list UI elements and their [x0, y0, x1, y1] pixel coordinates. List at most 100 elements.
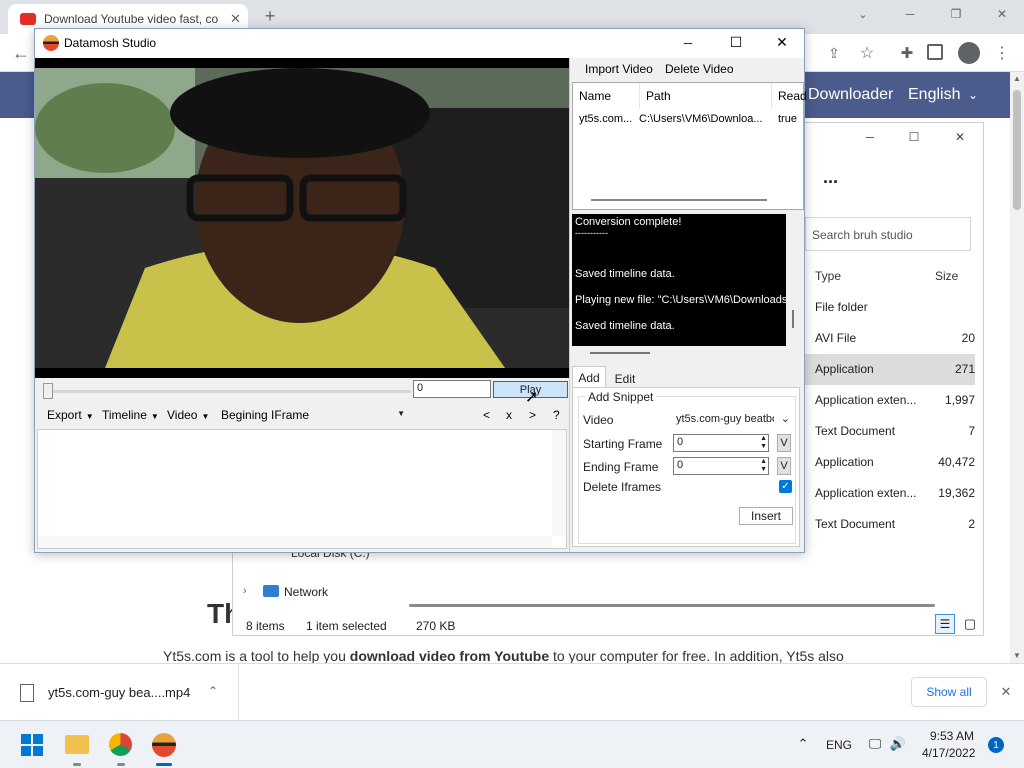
explorer-maximize-icon[interactable]: ☐: [905, 129, 923, 145]
file-size: 19,362: [938, 486, 975, 500]
video-menu-label: Video: [167, 408, 198, 422]
tab-search-chevron-icon[interactable]: ⌄: [855, 6, 871, 22]
table-hscroll-thumb[interactable]: [591, 199, 767, 201]
restore-icon[interactable]: ❐: [946, 6, 966, 22]
scroll-down-arrow-icon[interactable]: ▼: [1012, 649, 1022, 661]
timeline-hscroll[interactable]: [38, 536, 552, 548]
tab-add[interactable]: Add: [572, 366, 606, 388]
title-bar[interactable]: Datamosh Studio ─ ☐ ✕: [35, 29, 804, 58]
file-row-selected[interactable]: Application 271: [805, 354, 975, 385]
slider-thumb[interactable]: [43, 383, 53, 399]
column-header-size[interactable]: Size: [935, 269, 958, 283]
explorer-search-box[interactable]: Search bruh studio: [805, 217, 971, 251]
video-menu[interactable]: Video ▼: [167, 405, 209, 425]
spin-arrows-icon[interactable]: ▲ ▼: [760, 458, 767, 474]
ending-frame-stepper[interactable]: 0 ▲ ▼: [673, 457, 769, 475]
back-arrow-icon[interactable]: ←: [10, 42, 32, 64]
nav-prev-button[interactable]: <: [483, 405, 490, 425]
new-tab-button[interactable]: +: [260, 6, 280, 26]
file-row[interactable]: Text Document 2: [805, 509, 975, 540]
timeline-panel[interactable]: [37, 429, 567, 549]
row-read: true: [778, 113, 797, 125]
timeline-menu-label: Timeline: [102, 408, 147, 422]
clock-time[interactable]: 9:53 AM: [930, 729, 974, 743]
notification-badge[interactable]: 1: [988, 737, 1004, 753]
video-list-table[interactable]: Name Path Read yt5s.com... C:\Users\VM6\…: [572, 82, 807, 210]
timeline-menu[interactable]: Timeline ▼: [102, 405, 159, 425]
video-select[interactable]: yt5s.com-guy beatbo ⌄: [673, 410, 793, 430]
file-row[interactable]: AVI File 20: [805, 323, 975, 354]
download-item-name[interactable]: yt5s.com-guy bea....mp4: [48, 685, 190, 700]
browser-tab-title: Download Youtube video fast, co: [44, 12, 219, 26]
timeline-slider[interactable]: [43, 383, 411, 399]
console-vscroll[interactable]: [786, 214, 800, 346]
page-scrollbar-thumb[interactable]: [1013, 90, 1021, 210]
column-header-type[interactable]: Type: [815, 269, 841, 283]
starting-frame-v-button[interactable]: V: [777, 434, 791, 452]
timeline-vscroll[interactable]: [552, 430, 566, 536]
network-tray-icon[interactable]: 🖵: [866, 735, 884, 753]
profile-avatar-icon[interactable]: [958, 42, 980, 64]
nav-downloader-link[interactable]: Downloader: [808, 86, 893, 104]
file-explorer-taskbar-icon[interactable]: [65, 735, 89, 754]
nav-x-button[interactable]: x: [506, 405, 512, 425]
starting-frame-stepper[interactable]: 0 ▲ ▼: [673, 434, 769, 452]
ending-frame-v-button[interactable]: V: [777, 457, 791, 475]
import-video-button[interactable]: Import Video: [585, 62, 653, 76]
chevron-up-icon[interactable]: ⌃: [205, 683, 221, 699]
tray-chevron-up-icon[interactable]: ⌃: [795, 735, 811, 753]
close-tab-icon[interactable]: ✕: [230, 11, 241, 27]
tree-item-network[interactable]: Network: [284, 585, 328, 599]
explorer-hscrollbar[interactable]: [409, 604, 935, 607]
export-menu[interactable]: Export ▼: [47, 405, 94, 425]
bookmark-star-icon[interactable]: ☆: [856, 42, 878, 64]
close-shelf-icon[interactable]: ✕: [998, 684, 1014, 700]
file-row[interactable]: Text Document 7: [805, 416, 975, 447]
expand-chevron-icon[interactable]: ›: [243, 585, 247, 597]
nav-help-button[interactable]: ?: [553, 405, 560, 425]
page-scrollbar[interactable]: ▲ ▼: [1010, 72, 1024, 663]
nav-next-button[interactable]: >: [529, 405, 536, 425]
large-icons-view-icon[interactable]: ▢: [961, 614, 979, 634]
explorer-more-button[interactable]: ...: [823, 167, 838, 188]
v-button-label: V: [780, 437, 788, 449]
volume-icon[interactable]: 🔊: [889, 735, 907, 753]
start-windows-icon[interactable]: [21, 734, 43, 756]
insert-button[interactable]: Insert: [739, 507, 793, 525]
console-vscroll-thumb[interactable]: [792, 310, 794, 328]
log-line: Saved timeline data.: [575, 268, 675, 280]
nav-language-selector[interactable]: English ⌄: [908, 86, 978, 104]
datamosh-taskbar-icon[interactable]: [152, 733, 176, 757]
table-row[interactable]: yt5s.com... C:\Users\VM6\Downloa... true: [573, 83, 803, 131]
share-icon[interactable]: ⇪: [823, 42, 845, 64]
extensions-puzzle-icon[interactable]: ✚: [896, 42, 918, 64]
show-all-button[interactable]: Show all: [911, 677, 987, 707]
side-panel-icon[interactable]: [927, 44, 943, 60]
console-hscroll[interactable]: [572, 346, 800, 360]
dropdown-caret-icon: ▼: [201, 412, 210, 421]
dm-close-icon[interactable]: ✕: [773, 33, 791, 51]
file-row[interactable]: File folder: [805, 292, 975, 323]
clock-date[interactable]: 4/17/2022: [922, 746, 975, 760]
delete-iframes-checkbox[interactable]: ✓: [779, 480, 792, 493]
explorer-close-icon[interactable]: ✕: [951, 129, 969, 145]
details-view-icon[interactable]: ☰: [935, 614, 955, 634]
iframe-dropdown[interactable]: ▼: [315, 405, 407, 425]
file-row[interactable]: Application exten... 19,362: [805, 478, 975, 509]
close-window-icon[interactable]: ✕: [992, 6, 1012, 22]
frame-input[interactable]: 0: [413, 380, 491, 398]
minimize-icon[interactable]: ─: [900, 6, 920, 22]
file-row[interactable]: Application exten... 1,997: [805, 385, 975, 416]
spin-arrows-icon[interactable]: ▲ ▼: [760, 435, 767, 451]
language-indicator[interactable]: ENG: [826, 738, 852, 752]
chrome-taskbar-icon[interactable]: [109, 733, 132, 756]
file-row[interactable]: Application 40,472: [805, 447, 975, 478]
dm-minimize-icon[interactable]: ─: [679, 34, 697, 52]
delete-video-button[interactable]: Delete Video: [665, 62, 734, 76]
browser-menu-icon[interactable]: ⋮: [994, 42, 1010, 64]
console-hscroll-thumb[interactable]: [590, 352, 650, 354]
tab-edit[interactable]: Edit: [608, 369, 642, 388]
explorer-minimize-icon[interactable]: ─: [861, 129, 879, 145]
dm-maximize-icon[interactable]: ☐: [727, 33, 745, 51]
scroll-up-arrow-icon[interactable]: ▲: [1012, 72, 1022, 84]
